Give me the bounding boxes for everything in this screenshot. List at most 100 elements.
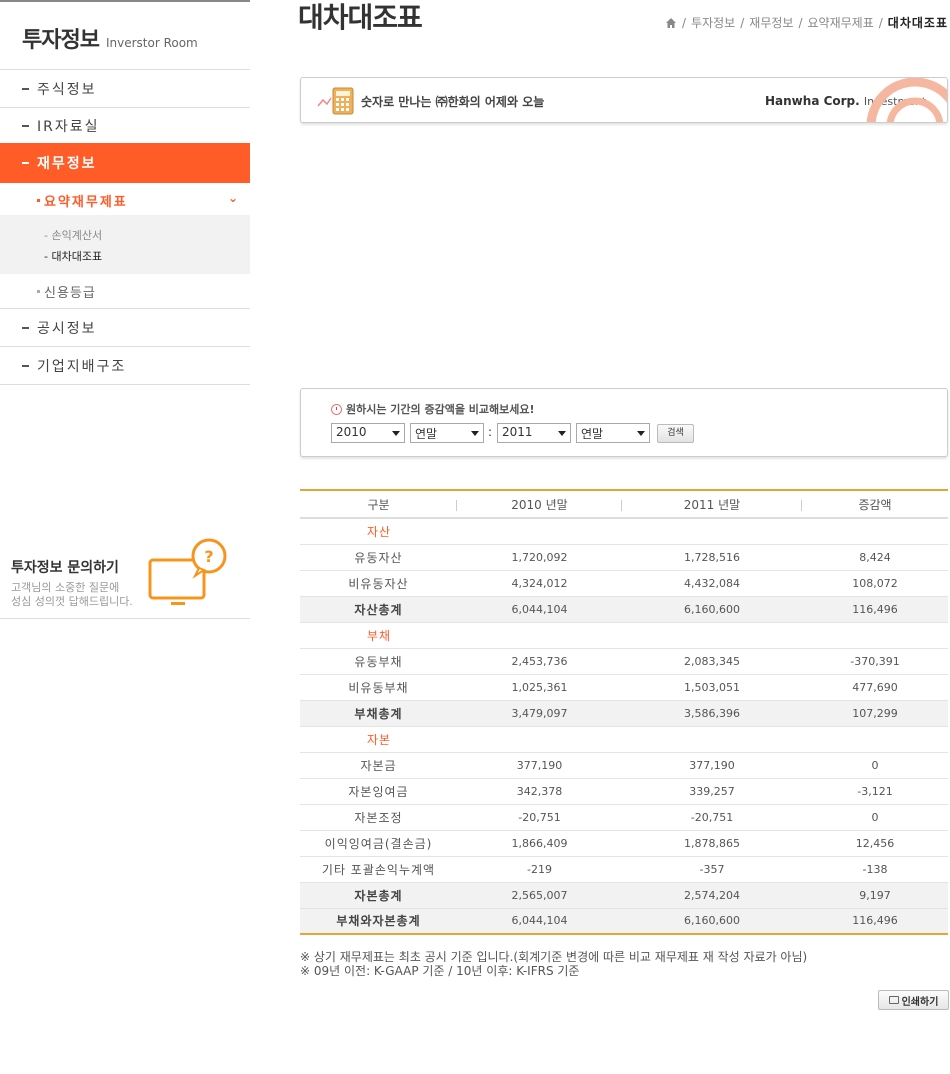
select-value: 연말 xyxy=(415,427,438,441)
banner: 숫자로 만나는 ㈜한화의 어제와 오늘 Hanwha Corp. Investm… xyxy=(300,77,948,123)
row-label-cell: 자본 xyxy=(300,726,457,753)
bullet-icon xyxy=(37,198,40,202)
value-cell xyxy=(457,622,622,649)
table-body: 자산 유동자산 1,720,092 1,728,516 8,424 비유동자산 4,324,… xyxy=(300,518,948,935)
value-cell xyxy=(802,726,948,753)
value-cell: 377,190 xyxy=(457,752,622,779)
select-value: 2010 xyxy=(336,425,367,439)
printer-icon xyxy=(888,996,899,1004)
value-cell xyxy=(622,518,802,545)
nav-item-finance[interactable]: 재무정보 xyxy=(0,143,250,183)
dropdown-arrow-icon xyxy=(471,431,479,436)
dropdown-arrow-icon xyxy=(392,431,400,436)
nav-item-governance[interactable]: 기업지배구조 xyxy=(0,347,250,385)
search-button[interactable]: 검색 xyxy=(657,424,694,443)
nav-item-label: 주식정보 xyxy=(37,81,97,98)
value-cell: -357 xyxy=(622,856,802,883)
sidebar-top-line xyxy=(0,0,250,2)
page-title: 대차대조표 xyxy=(298,1,423,34)
balance-sheet-table: 구분 2010 년말 2011 년말 증감액 자산 유동자산 1,720,092 1,… xyxy=(300,489,948,935)
value-cell: 9,197 xyxy=(802,882,948,909)
value-cell: -3,121 xyxy=(802,778,948,805)
sub-item-income[interactable]: - 손익계산서 xyxy=(44,227,102,243)
nav-item-ir[interactable]: IR자료실 xyxy=(0,107,250,145)
value-cell: 2,565,007 xyxy=(457,882,622,909)
table-row: 기타 포괄손익누계액 -219 -357 -138 xyxy=(300,856,948,883)
range-separator: : xyxy=(488,425,493,439)
monitor-question-icon: ? xyxy=(148,538,227,605)
sidebar-brand: 투자정보 Inverstor Room xyxy=(22,22,198,54)
compare-form: 원하시는 기간의 증감액을 비교해보세요! 2010 연말 : 2011 연말 … xyxy=(300,388,948,457)
dash-icon xyxy=(22,326,29,329)
bullet-icon xyxy=(37,290,40,293)
nav-item-label: 기업지배구조 xyxy=(37,358,127,375)
table-row: 비유동부채 1,025,361 1,503,051 477,690 xyxy=(300,674,948,701)
sub-item-credit[interactable]: 신용등급 xyxy=(0,275,250,309)
value-cell xyxy=(457,518,622,545)
sub-item-summary[interactable]: 요약재무제표 ⌄ xyxy=(0,184,250,216)
value-cell xyxy=(802,622,948,649)
sub-menu-box: - 손익계산서 - 대차대조표 xyxy=(0,215,250,274)
sidebar: 투자정보 Inverstor Room 주식정보 IR자료실 재무정보 요약재무… xyxy=(0,0,250,620)
inquiry-title: 투자정보 문의하기 xyxy=(11,560,119,576)
period-from-select[interactable]: 연말 xyxy=(410,423,484,443)
value-cell: 1,878,865 xyxy=(622,830,802,857)
table-row: 이익잉여금(결손금) 1,866,409 1,878,865 12,456 xyxy=(300,830,948,857)
row-label-cell: 자본총계 xyxy=(300,882,457,909)
row-label-cell: 유동부채 xyxy=(300,648,457,675)
nav-item-label: IR자료실 xyxy=(37,118,100,135)
banner-text: 숫자로 만나는 ㈜한화의 어제와 오늘 xyxy=(361,95,545,109)
row-label-cell: 기타 포괄손익누계액 xyxy=(300,856,457,883)
row-label-cell: 자산총계 xyxy=(300,596,457,623)
value-cell: 342,378 xyxy=(457,778,622,805)
value-cell: 477,690 xyxy=(802,674,948,701)
inquiry-desc-line: 고객님의 소중한 질문에 xyxy=(11,581,120,594)
table-row: 자본잉여금 342,378 339,257 -3,121 xyxy=(300,778,948,805)
value-cell: 339,257 xyxy=(622,778,802,805)
sub-item-balance[interactable]: - 대차대조표 xyxy=(44,248,102,264)
nav-item-stock[interactable]: 주식정보 xyxy=(0,70,250,108)
table-total-row: 자산총계 6,044,104 6,160,600 116,496 xyxy=(300,596,948,623)
home-icon[interactable] xyxy=(665,17,677,29)
nav-item-disclosure[interactable]: 공시정보 xyxy=(0,309,250,347)
inquiry-desc: 고객님의 소중한 질문에 성심 성의껏 답해드립니다. xyxy=(11,581,141,609)
value-cell: -370,391 xyxy=(802,648,948,675)
table-total-row: 부채총계 3,479,097 3,586,396 107,299 xyxy=(300,700,948,727)
inquiry-box[interactable]: 투자정보 문의하기 고객님의 소중한 질문에 성심 성의껏 답해드립니다. ? xyxy=(0,530,250,619)
column-header: 증감액 xyxy=(802,490,948,519)
print-button-label: 인쇄하기 xyxy=(901,996,939,1008)
breadcrumb: / 투자정보 / 재무정보 / 요약재무제표 / 대차대조표 xyxy=(665,14,948,31)
breadcrumb-item[interactable]: 요약재무제표 xyxy=(808,14,874,31)
value-cell: 6,044,104 xyxy=(457,908,622,935)
table-row: 자본금 377,190 377,190 0 xyxy=(300,752,948,779)
chevron-down-icon: ⌄ xyxy=(227,191,240,205)
value-cell xyxy=(622,726,802,753)
year-from-select[interactable]: 2010 xyxy=(331,423,405,443)
sub-item-label: 신용등급 xyxy=(44,286,96,301)
value-cell xyxy=(457,726,622,753)
breadcrumb-item[interactable]: 재무정보 xyxy=(749,14,793,31)
note-line: ※ 상기 재무제표는 최초 공시 기준 입니다.(회계기준 변경에 따른 비교 … xyxy=(300,950,808,964)
print-button[interactable]: 인쇄하기 xyxy=(878,990,949,1010)
breadcrumb-item[interactable]: 투자정보 xyxy=(691,14,735,31)
compare-prompt-text: 원하시는 기간의 증감액을 비교해보세요! xyxy=(346,403,535,416)
dash-icon xyxy=(22,364,29,367)
year-to-select[interactable]: 2011 xyxy=(497,423,571,443)
value-cell: 4,324,012 xyxy=(457,570,622,597)
dropdown-arrow-icon xyxy=(558,431,566,436)
row-label-cell: 부채 xyxy=(300,622,457,649)
value-cell: 8,424 xyxy=(802,544,948,571)
value-cell: -138 xyxy=(802,856,948,883)
period-to-select[interactable]: 연말 xyxy=(576,423,650,443)
dash-icon xyxy=(22,87,29,90)
row-label-cell: 유동자산 xyxy=(300,544,457,571)
row-label-cell: 부채총계 xyxy=(300,700,457,727)
value-cell: 6,160,600 xyxy=(622,596,802,623)
value-cell: 2,083,345 xyxy=(622,648,802,675)
table-row: 자본조정 -20,751 -20,751 0 xyxy=(300,804,948,831)
value-cell: 0 xyxy=(802,804,948,831)
select-value: 연말 xyxy=(581,427,604,441)
value-cell: 1,025,361 xyxy=(457,674,622,701)
row-label-cell: 자산 xyxy=(300,518,457,545)
column-header: 구분 xyxy=(300,490,457,519)
